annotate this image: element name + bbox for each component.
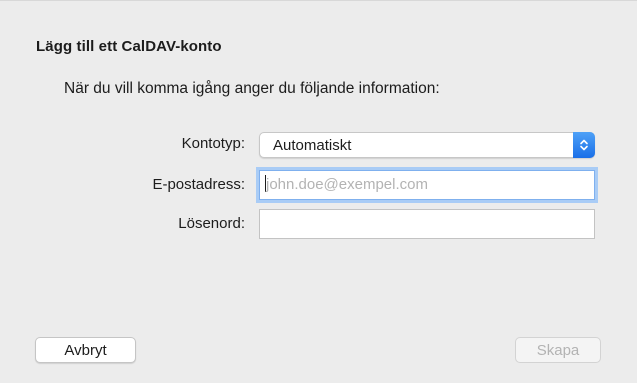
password-field[interactable] [259,209,595,239]
account-type-label: Kontotyp: [181,135,245,152]
cancel-button[interactable]: Avbryt [35,337,136,363]
account-type-select[interactable]: Automatiskt [259,132,595,158]
email-placeholder: john.doe@exempel.com [266,176,428,193]
email-label: E-postadress: [152,176,245,193]
chevron-up-down-icon [573,132,595,158]
dialog-title: Lägg till ett CalDAV-konto [36,38,222,55]
create-button[interactable]: Skapa [515,337,601,363]
email-field[interactable]: john.doe@exempel.com [259,170,595,200]
account-type-value: Automatiskt [273,137,352,154]
password-label: Lösenord: [178,215,245,232]
dialog-intro-text: När du vill komma igång anger du följand… [64,80,440,97]
add-caldav-account-dialog: Lägg till ett CalDAV-konto När du vill k… [0,0,637,383]
